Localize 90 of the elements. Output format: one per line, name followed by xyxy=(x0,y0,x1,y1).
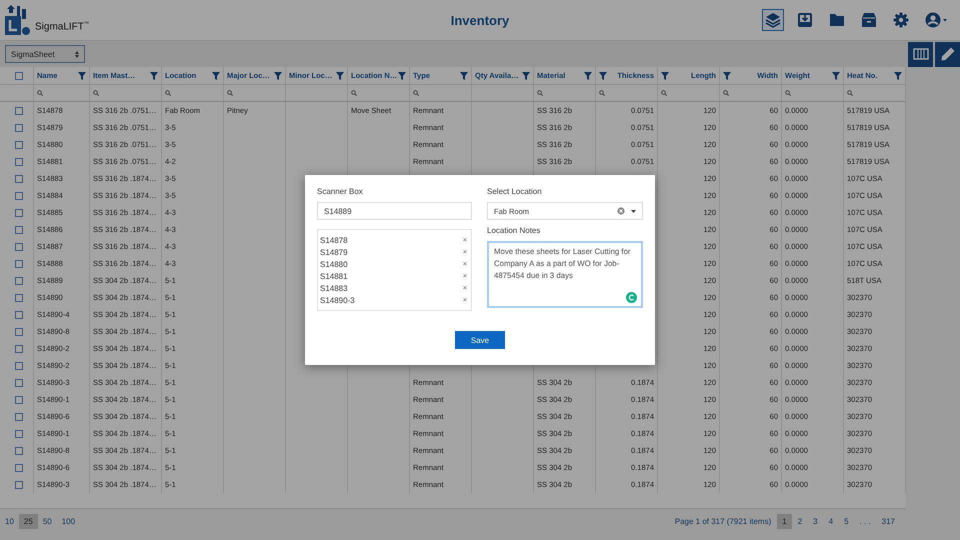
page-size-option[interactable]: 10 xyxy=(0,514,19,528)
search-icon xyxy=(37,90,43,96)
layers-icon xyxy=(765,12,781,28)
row-checkbox[interactable] xyxy=(15,480,23,488)
filter-icon[interactable] xyxy=(150,72,158,80)
select-all-checkbox[interactable] xyxy=(15,72,23,80)
row-checkbox[interactable] xyxy=(15,328,23,336)
scanned-item: S14879 xyxy=(320,248,348,256)
row-checkbox[interactable] xyxy=(15,310,23,318)
search-icon xyxy=(785,90,791,96)
row-checkbox[interactable] xyxy=(15,208,23,216)
row-checkbox[interactable] xyxy=(15,430,23,438)
folder-icon xyxy=(829,12,845,28)
sort-caret-icon xyxy=(75,50,79,58)
page-size-option[interactable]: 100 xyxy=(56,514,80,528)
page-title: Inventory xyxy=(450,12,510,28)
field-label: Location Notes xyxy=(487,226,542,235)
row-checkbox[interactable] xyxy=(15,124,23,132)
page-link[interactable]: 1 xyxy=(777,514,792,528)
page-link[interactable]: 5 xyxy=(839,514,854,528)
scanner-input[interactable]: S14889 xyxy=(317,202,472,220)
filter-icon[interactable] xyxy=(212,72,220,80)
row-checkbox[interactable] xyxy=(15,378,23,386)
columns-icon xyxy=(912,48,928,60)
page-link[interactable]: 2 xyxy=(792,514,808,528)
toolbar-button[interactable] xyxy=(908,42,933,66)
filter-icon[interactable] xyxy=(274,72,282,80)
row-checkbox[interactable] xyxy=(15,158,23,166)
page-link[interactable]: 3 xyxy=(808,514,823,528)
page-summary: Page 1 of 317 (7921 items) xyxy=(674,516,772,526)
search-icon xyxy=(723,90,729,96)
search-icon xyxy=(661,90,667,96)
row-checkbox[interactable] xyxy=(15,106,23,114)
search-icon xyxy=(599,90,605,96)
row-checkbox[interactable] xyxy=(15,464,23,472)
filter-icon[interactable] xyxy=(522,72,530,80)
row-checkbox[interactable] xyxy=(15,192,23,200)
save-button[interactable]: Save xyxy=(455,331,505,349)
row-checkbox[interactable] xyxy=(15,276,23,284)
filter-icon[interactable] xyxy=(336,72,344,80)
scanned-item: S14880 xyxy=(320,260,348,268)
search-icon xyxy=(165,90,171,96)
page-size-option[interactable]: 25 xyxy=(18,514,38,528)
filter-icon[interactable] xyxy=(894,72,902,80)
archive-icon xyxy=(861,12,877,28)
row-checkbox[interactable] xyxy=(15,174,23,182)
filter-icon[interactable] xyxy=(832,72,840,80)
filter-icon[interactable] xyxy=(398,72,406,80)
nav-button[interactable] xyxy=(762,9,784,31)
app-name: SigmaLIFT$^{™}$ xyxy=(35,20,89,32)
filter-icon[interactable] xyxy=(78,72,86,80)
scanned-item: S14883 xyxy=(320,284,348,292)
search-icon xyxy=(847,90,853,96)
search-icon xyxy=(351,90,357,96)
row-checkbox[interactable] xyxy=(15,226,23,234)
scanned-item: S14878 xyxy=(320,236,348,244)
row-checkbox[interactable] xyxy=(15,362,23,370)
row-checkbox[interactable] xyxy=(15,260,23,268)
download-icon xyxy=(797,12,813,28)
user-menu-icon xyxy=(925,12,949,28)
scanned-item: S14890-3 xyxy=(320,296,355,304)
caret-icon xyxy=(631,210,636,212)
view-select[interactable]: SigmaSheet xyxy=(5,45,85,63)
filter-icon[interactable] xyxy=(723,72,731,80)
row-checkbox[interactable] xyxy=(15,446,23,454)
logo-icon xyxy=(4,3,32,37)
filter-icon[interactable] xyxy=(460,72,468,80)
scanned-item: S14881 xyxy=(320,272,348,280)
row-checkbox[interactable] xyxy=(15,396,23,404)
page-link[interactable]: 317 xyxy=(876,514,900,528)
settings-icon xyxy=(893,12,909,28)
page-link[interactable]: . . . xyxy=(854,514,876,528)
row-checkbox[interactable] xyxy=(15,412,23,420)
filter-icon[interactable] xyxy=(661,72,669,80)
field-label: Select Location xyxy=(487,187,543,196)
toolbar-button[interactable] xyxy=(935,42,960,66)
row-checkbox[interactable] xyxy=(15,344,23,352)
assistant-icon xyxy=(626,292,637,303)
page-link[interactable]: 4 xyxy=(824,514,838,528)
search-icon xyxy=(537,90,543,96)
row-checkbox[interactable] xyxy=(15,294,23,302)
page-size-option[interactable]: 50 xyxy=(38,514,57,528)
pencil-icon xyxy=(940,46,956,62)
row-checkbox[interactable] xyxy=(15,140,23,148)
clear-icon xyxy=(617,207,625,215)
search-icon xyxy=(413,90,419,96)
search-icon xyxy=(227,90,233,96)
row-checkbox[interactable] xyxy=(15,242,23,250)
field-label: Scanner Box xyxy=(317,187,364,196)
search-icon xyxy=(93,90,99,96)
